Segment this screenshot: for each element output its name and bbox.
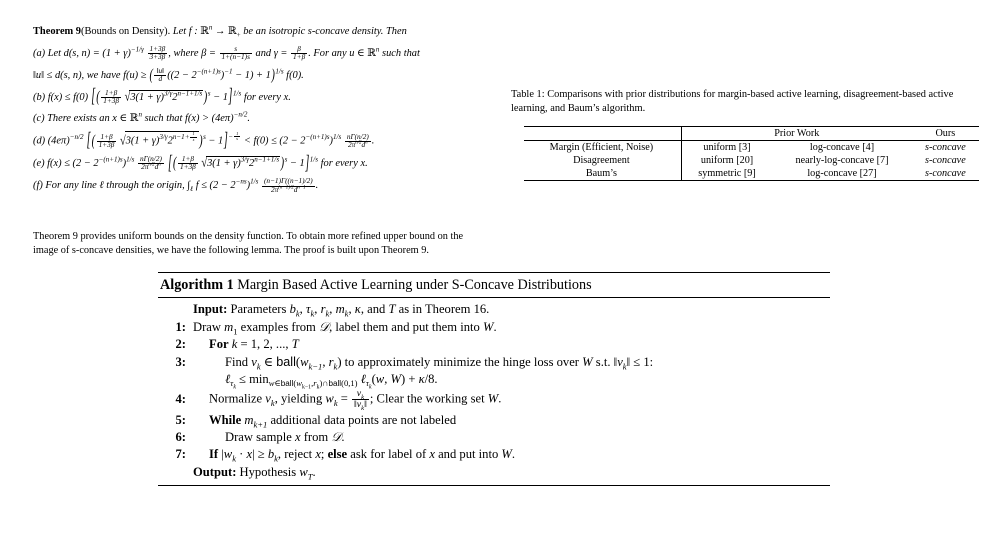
table-caption: Table 1: Comparisons with prior distribu… [511,88,989,116]
table-caption-label: Table 1: [511,89,545,100]
algorithm-step-number: 3: [175,354,187,369]
theorem-item-a: (a) Let d(s, n) = (1 + γ)−1/γ 1+3β 3+3β, … [33,44,420,62]
algorithm-output-text: Output: Hypothesis wT. [193,464,316,482]
table-cell-prior2: nearly-log-concave [7] [795,155,889,166]
theorem-item-f: (f) For any line ℓ through the origin, ∫… [33,176,319,194]
algorithm-input-text: Input: Parameters bk, τk, rk, mk, κ, and… [193,302,490,319]
algorithm-box: Algorithm 1 Margin Based Active Learning… [158,272,830,486]
table-header-blank [524,126,682,141]
algorithm-label: Algorithm 1 [160,277,234,293]
table-cell-method: Margin (Efficient, Noise) [524,140,682,154]
algorithm-output-row: Output: Hypothesis wT. [160,464,828,482]
algorithm-step-text: For k = 1, 2, ..., T [209,337,299,352]
table-cell-prior2: log-concave [4] [809,142,875,153]
theorem-label: Theorem 9 [33,26,82,37]
algorithm-step-number: 4: [175,391,187,406]
table-header-ours: Ours [911,126,979,141]
algorithm-body: Input: Parameters bk, τk, rk, mk, κ, and… [158,298,830,485]
table-cell-method: Disagreement [524,154,682,167]
theorem-item-d: (d) (4eπ)−n/2 [(1+β 1+3β √3(1 + γ)3/γ2n−1… [33,130,375,153]
algorithm-rule-bottom [158,484,830,486]
theorem-block: Theorem 9(Bounds on Density). Let f : ℝn… [33,23,477,200]
algorithm-step-7: 7: If |wk · x| ≥ bk, reject x; else ask … [160,446,828,464]
table-header-prior-work: Prior Work [681,126,912,141]
table-cell-prior1: symmetric [9] [681,167,773,181]
algorithm-title-line: Algorithm 1 Margin Based Active Learning… [158,273,830,297]
table-cell-ours: s-concave [911,167,979,181]
algorithm-step-number: 6: [175,429,187,444]
algorithm-step-6: 6: Draw sample x from 𝒟. [160,429,828,445]
algorithm-output-label: Output: [193,464,237,479]
table-cell-prior1: uniform [20] [700,155,754,166]
table-cell-ours: s-concave [925,155,966,166]
algorithm-step-text: Find vk ∈ ball(wk−1, rk) to approximatel… [225,354,654,372]
table-cell-method: Baum’s [524,167,682,181]
algorithm-step-number: 7: [175,447,187,462]
table-header-row: Prior Work Ours [524,126,979,141]
theorem-item-c: (c) There exists an x ∈ ℝn such that f(x… [33,110,251,124]
algorithm-step-keyword: For [209,337,229,352]
algorithm-step-5: 5: While mk+1 additional data points are… [160,412,828,430]
algorithm-step-number: 2: [175,337,187,352]
comparison-table: Prior Work Ours Margin (Efficient, Noise… [524,126,979,181]
algorithm-step-2: 2: For k = 1, 2, ..., T [160,336,828,352]
table-row: Margin (Efficient, Noise) uniform [3] lo… [524,140,979,154]
algorithm-step-number: 5: [175,412,187,427]
theorem-item-b: (b) f(x) ≤ f(0) [(1+β 1+3β √3(1 + γ)3/γ2n… [33,87,291,109]
algorithm-step-text: Draw sample x from 𝒟. [225,429,345,444]
algorithm-step-keyword: If [209,447,219,462]
algorithm-step-4: 4: Normalize vk, yielding wk = vk ‖vk‖; C… [160,388,828,413]
theorem-title: (Bounds on Density). [81,26,171,37]
theorem-item-e: (e) f(x) ≤ (2 − 2−(n+1)s)1/s nΓ(n/2) 2πn/… [33,153,368,175]
algorithm-step-1: 1: Draw m1 examples from 𝒟, label them a… [160,319,828,337]
algorithm-step-3-continuation: ℓτk ≤ minw∈ball(wk−1,rk)∩ball(0,1) ℓτk(w… [225,371,438,392]
algorithm-step-number: 1: [175,319,187,334]
table-row: Disagreement uniform [20] nearly-log-con… [524,154,979,167]
algorithm-title: Margin Based Active Learning under S-Con… [237,277,592,293]
algorithm-step-text: If |wk · x| ≥ bk, reject x; else ask for… [209,447,516,464]
algorithm-step-text: Draw m1 examples from 𝒟, label them and … [193,319,497,337]
table-cell-prior2: log-concave [27] [772,167,912,181]
table-row: Baum’s symmetric [9] log-concave [27] s-… [524,167,979,181]
algorithm-input-label: Input: [193,302,228,317]
table-cell-ours: s-concave [925,142,966,153]
algorithm-input-row: Input: Parameters bk, τk, rk, mk, κ, and… [160,301,828,319]
algorithm-step-keyword: While [209,412,242,427]
theorem-item-a-cont: ‖u‖ ≤ d(s, n), we have f(u) ≥ (‖u‖ d ((2 −… [33,66,304,84]
theorem-heading-line: Theorem 9(Bounds on Density). Let f : ℝn… [33,23,477,40]
algorithm-step-text: Normalize vk, yielding wk = vk ‖vk‖; Clea… [209,388,502,413]
theorem-intro-math: Let f : ℝn → ℝ+ be an isotropic s-concav… [172,23,407,40]
table-cell-prior1: uniform [3] [703,142,751,153]
post-theorem-paragraph: Theorem 9 provides uniform bounds on the… [33,231,464,256]
table-caption-text: Comparisons with prior distributions for… [511,89,954,114]
algorithm-step-3: 3: Find vk ∈ ball(wk−1, rk) to approxima… [160,354,828,372]
algorithm-step-text: While mk+1 additional data points are no… [209,412,457,430]
